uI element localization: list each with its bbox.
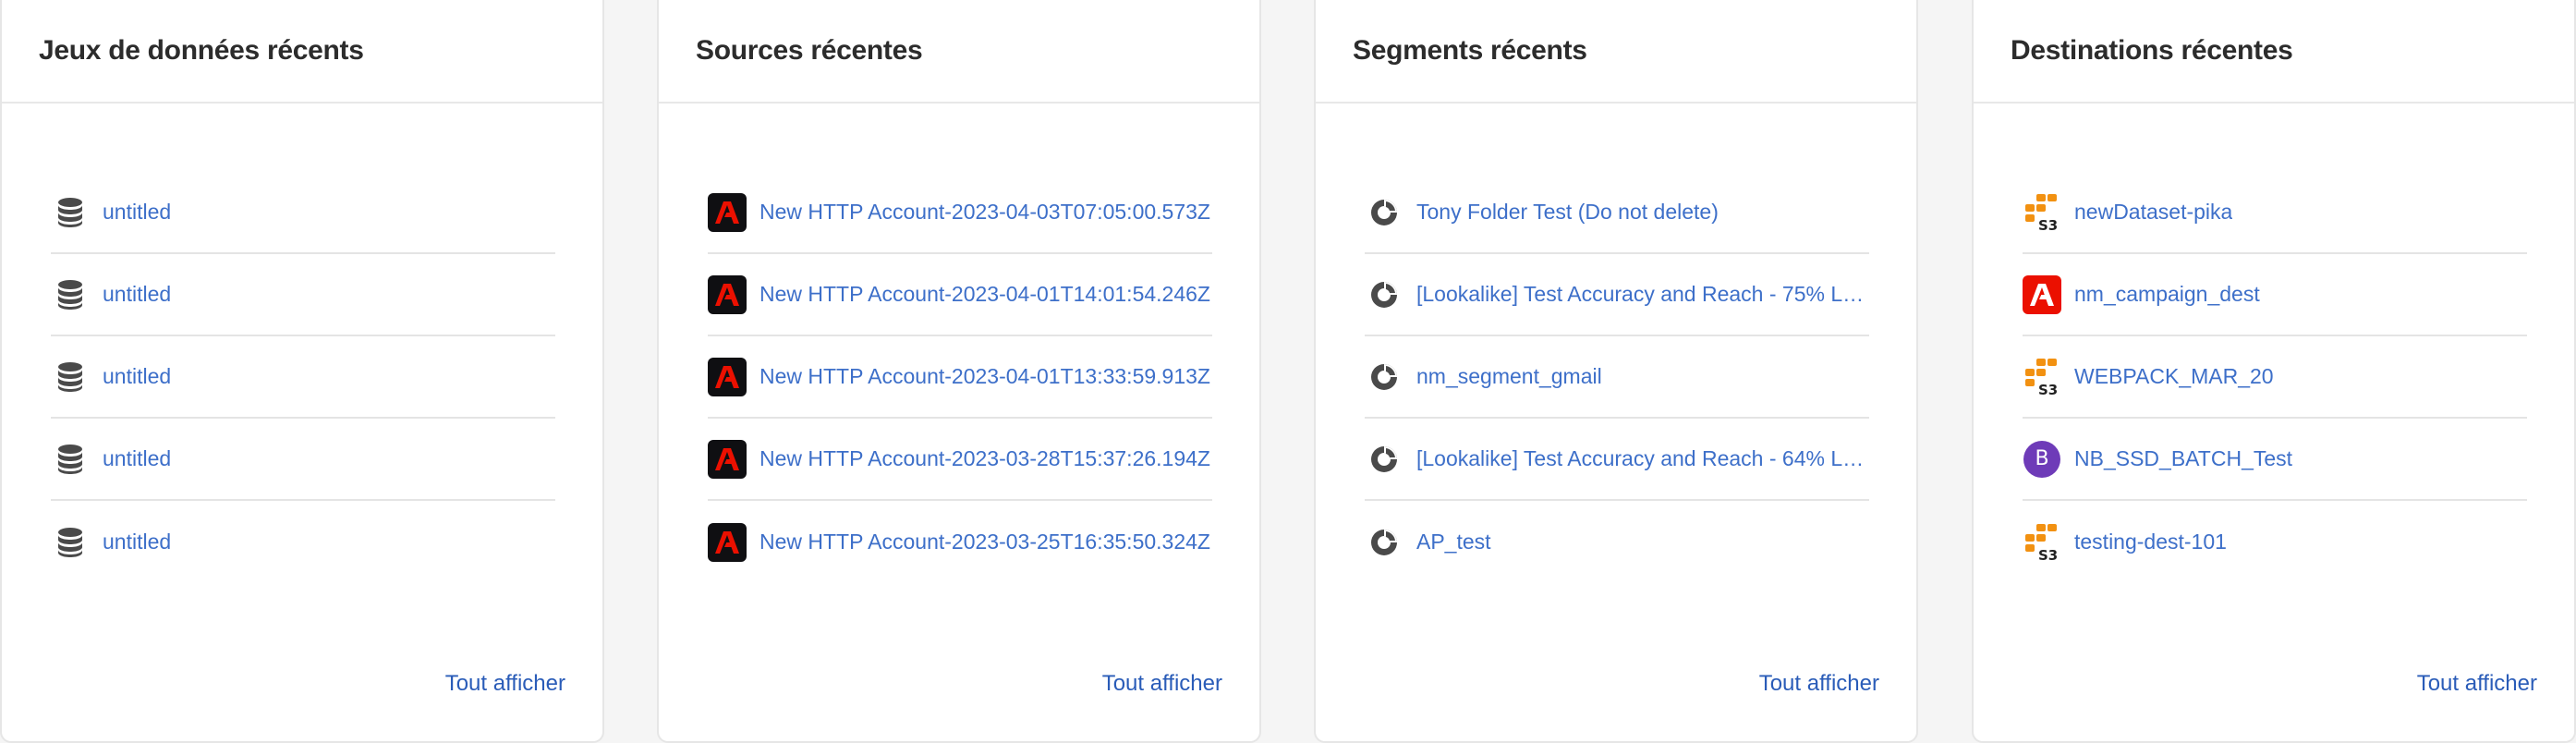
card-title: Destinations récentes	[2011, 35, 2293, 66]
dataset-link[interactable]: untitled	[103, 446, 171, 471]
destination-link[interactable]: newDataset-pika	[2074, 200, 2232, 225]
adobe-logo-icon	[708, 522, 747, 562]
segment-list: Tony Folder Test (Do not delete) [Lookal…	[1365, 172, 1869, 583]
adobe-red-icon	[2023, 274, 2061, 314]
list-item[interactable]: New HTTP Account-2023-04-03T07:05:00.573…	[708, 172, 1212, 254]
see-all-link[interactable]: Tout afficher	[2417, 671, 2537, 697]
card-title: Jeux de données récents	[39, 35, 364, 66]
card-title: Sources récentes	[696, 35, 923, 66]
s3-icon: S3	[2023, 358, 2061, 396]
list-item[interactable]: untitled	[51, 419, 555, 501]
database-icon	[51, 275, 90, 314]
segment-link[interactable]: [Lookalike] Test Accuracy and Reach - 64…	[1416, 446, 1869, 471]
segment-link[interactable]: nm_segment_gmail	[1416, 364, 1602, 389]
source-link[interactable]: New HTTP Account-2023-03-25T16:35:50.324…	[759, 530, 1210, 554]
segment-link[interactable]: Tony Folder Test (Do not delete)	[1416, 200, 1719, 225]
list-item[interactable]: untitled	[51, 501, 555, 583]
card-header: Jeux de données récents	[2, 0, 602, 104]
list-item[interactable]: nm_campaign_dest	[2023, 254, 2527, 336]
segment-icon	[1365, 193, 1403, 232]
recent-destinations-card: Destinations récentes S3 newDataset-pika…	[1972, 0, 2576, 743]
card-header: Destinations récentes	[1974, 0, 2574, 104]
list-item[interactable]: B NB_SSD_BATCH_Test	[2023, 419, 2527, 501]
list-item[interactable]: New HTTP Account-2023-04-01T13:33:59.913…	[708, 336, 1212, 419]
segment-link[interactable]: [Lookalike] Test Accuracy and Reach - 75…	[1416, 282, 1869, 307]
list-item[interactable]: Tony Folder Test (Do not delete)	[1365, 172, 1869, 254]
recent-segments-card: Segments récents Tony Folder Test (Do no…	[1314, 0, 1918, 743]
segment-icon	[1365, 275, 1403, 314]
list-item[interactable]: nm_segment_gmail	[1365, 336, 1869, 419]
s3-icon: S3	[2023, 193, 2061, 232]
destination-link[interactable]: testing-dest-101	[2074, 530, 2227, 554]
list-item[interactable]: S3 WEBPACK_MAR_20	[2023, 336, 2527, 419]
list-item[interactable]: New HTTP Account-2023-04-01T14:01:54.246…	[708, 254, 1212, 336]
recent-sources-card: Sources récentes New HTTP Account-2023-0…	[657, 0, 1261, 743]
list-item[interactable]: AP_test	[1365, 501, 1869, 583]
list-item[interactable]: untitled	[51, 336, 555, 419]
card-title: Segments récents	[1353, 35, 1587, 66]
card-header: Segments récents	[1316, 0, 1916, 104]
recent-datasets-card: Jeux de données récents untitled untitle…	[0, 0, 604, 743]
source-link[interactable]: New HTTP Account-2023-04-03T07:05:00.573…	[759, 200, 1210, 225]
dataset-list: untitled untitled untitled untitled unti…	[51, 172, 555, 583]
segment-link[interactable]: AP_test	[1416, 530, 1491, 554]
adobe-logo-icon	[708, 357, 747, 396]
see-all-link[interactable]: Tout afficher	[1759, 671, 1879, 697]
source-link[interactable]: New HTTP Account-2023-04-01T14:01:54.246…	[759, 282, 1210, 307]
svg-text:S3: S3	[2038, 217, 2058, 232]
segment-icon	[1365, 440, 1403, 479]
svg-text:S3: S3	[2038, 547, 2058, 562]
recent-cards-grid: Jeux de données récents untitled untitle…	[0, 0, 2576, 743]
source-link[interactable]: New HTTP Account-2023-03-28T15:37:26.194…	[759, 446, 1210, 471]
list-item[interactable]: [Lookalike] Test Accuracy and Reach - 75…	[1365, 254, 1869, 336]
database-icon	[51, 358, 90, 396]
destination-link[interactable]: NB_SSD_BATCH_Test	[2074, 446, 2292, 471]
dataset-link[interactable]: untitled	[103, 364, 171, 389]
database-icon	[51, 193, 90, 232]
destination-list: S3 newDataset-pika nm_campaign_dest S3 W…	[2023, 172, 2527, 583]
list-item[interactable]: New HTTP Account-2023-03-25T16:35:50.324…	[708, 501, 1212, 583]
list-item[interactable]: New HTTP Account-2023-03-28T15:37:26.194…	[708, 419, 1212, 501]
letter-b-avatar: B	[2023, 440, 2060, 478]
dataset-link[interactable]: untitled	[103, 200, 171, 225]
svg-text:S3: S3	[2038, 382, 2058, 396]
segment-icon	[1365, 523, 1403, 562]
dataset-link[interactable]: untitled	[103, 530, 171, 554]
adobe-logo-icon	[708, 274, 747, 314]
database-icon	[51, 523, 90, 562]
list-item[interactable]: [Lookalike] Test Accuracy and Reach - 64…	[1365, 419, 1869, 501]
letter-b-icon: B	[2023, 440, 2061, 479]
source-list: New HTTP Account-2023-04-03T07:05:00.573…	[708, 172, 1212, 583]
segment-icon	[1365, 358, 1403, 396]
list-item[interactable]: S3 testing-dest-101	[2023, 501, 2527, 583]
s3-icon: S3	[2023, 523, 2061, 562]
see-all-link[interactable]: Tout afficher	[1102, 671, 1222, 697]
destination-link[interactable]: WEBPACK_MAR_20	[2074, 364, 2274, 389]
list-item[interactable]: untitled	[51, 172, 555, 254]
list-item[interactable]: S3 newDataset-pika	[2023, 172, 2527, 254]
adobe-logo-icon	[708, 192, 747, 232]
list-item[interactable]: untitled	[51, 254, 555, 336]
see-all-link[interactable]: Tout afficher	[445, 671, 565, 697]
dataset-link[interactable]: untitled	[103, 282, 171, 307]
source-link[interactable]: New HTTP Account-2023-04-01T13:33:59.913…	[759, 364, 1210, 389]
card-header: Sources récentes	[659, 0, 1259, 104]
destination-link[interactable]: nm_campaign_dest	[2074, 282, 2260, 307]
adobe-logo-icon	[708, 439, 747, 479]
database-icon	[51, 440, 90, 479]
